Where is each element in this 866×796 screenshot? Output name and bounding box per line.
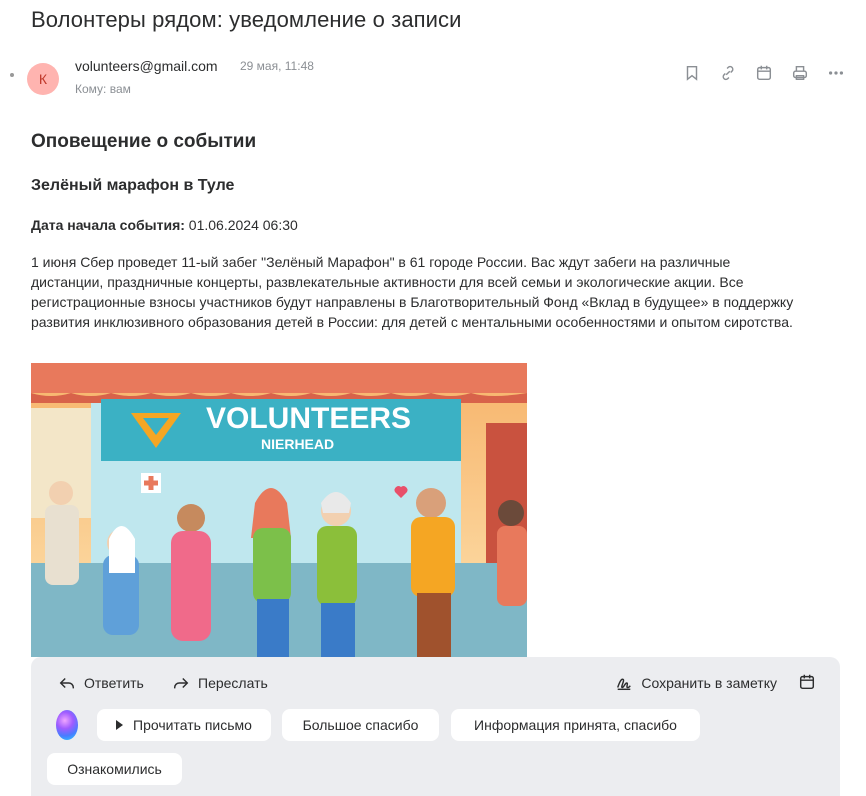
image-banner-main: VOLUNTEERS: [206, 402, 411, 435]
email-subject: Волонтеры рядом: уведомление о записи: [31, 7, 462, 32]
reply-icon: [59, 677, 75, 689]
sender-email[interactable]: volunteers@gmail.com: [75, 58, 218, 74]
event-start-value: 01.06.2024 06:30: [184, 217, 298, 233]
event-title: Зелёный марафон в Туле: [31, 177, 235, 194]
email-date: 29 мая, 11:48: [240, 59, 314, 73]
reply-button[interactable]: Ответить: [58, 674, 144, 692]
quick-reply-thanks[interactable]: Большое спасибо: [282, 709, 439, 741]
bookmark-icon[interactable]: [682, 63, 702, 83]
recipient-line[interactable]: Кому: вам: [75, 82, 131, 96]
play-icon: [116, 720, 124, 730]
event-illustration: VOLUNTEERS NIERHEAD: [31, 363, 527, 657]
assistant-orb-icon[interactable]: [56, 710, 78, 740]
sender-avatar[interactable]: К: [27, 63, 59, 95]
email-toolbar: [682, 63, 846, 83]
forward-icon: [173, 677, 189, 689]
event-start-line: Дата начала события: 01.06.2024 06:30: [31, 217, 298, 233]
calendar-icon[interactable]: [754, 63, 774, 83]
notification-heading: Оповещение о событии: [31, 131, 257, 152]
save-note-button[interactable]: Сохранить в заметку: [615, 674, 777, 692]
reply-panel: Ответить Переслать Сохранить в заметку П…: [31, 657, 840, 796]
quick-reply-read-label: Прочитать письмо: [133, 717, 252, 733]
reply-label: Ответить: [84, 675, 144, 691]
signature-icon: [617, 678, 632, 691]
save-note-label: Сохранить в заметку: [641, 675, 777, 691]
calendar-icon[interactable]: [798, 673, 816, 696]
event-start-label: Дата начала события:: [31, 217, 185, 233]
more-icon[interactable]: [826, 63, 846, 83]
forward-label: Переслать: [198, 675, 268, 691]
forward-button[interactable]: Переслать: [172, 674, 268, 692]
event-description: 1 июня Сбер проведет 11-ый забег "Зелёны…: [31, 254, 794, 330]
image-banner-sub: NIERHEAD: [261, 436, 334, 452]
print-icon[interactable]: [790, 63, 810, 83]
quick-reply-read[interactable]: Прочитать письмо: [97, 709, 271, 741]
quick-reply-info[interactable]: Информация принята, спасибо: [451, 709, 700, 741]
quick-reply-ack[interactable]: Ознакомились: [47, 753, 182, 785]
unread-indicator: [10, 73, 14, 77]
link-icon[interactable]: [718, 63, 738, 83]
